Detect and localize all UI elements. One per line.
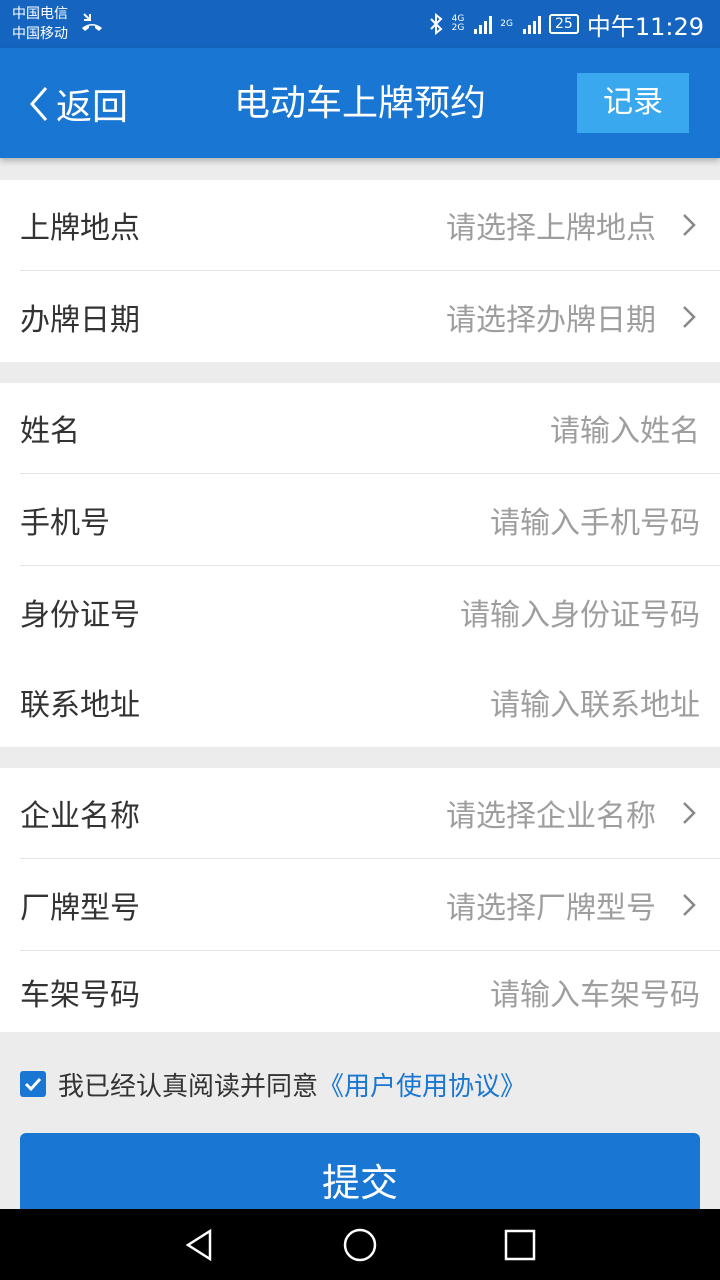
agreement-row: 我已经认真阅读并同意 《用户使用协议》 (20, 1066, 526, 1102)
user-agreement-link[interactable]: 《用户使用协议》 (318, 1066, 526, 1103)
address-input[interactable]: 请输入联系地址 (490, 680, 700, 724)
row-label: 车架号码 (20, 977, 140, 1013)
status-icons: 4G 2G 2G 25 中午11:29 (428, 10, 704, 41)
time: 中午11:29 (586, 12, 704, 41)
form-row-location[interactable]: 上牌地点 请选择上牌地点 (0, 180, 720, 270)
agreement-text: 我已经认真阅读并同意 (58, 1071, 319, 1102)
carrier-2: 中国移动 (12, 26, 68, 42)
signal-icon-2 (523, 14, 541, 34)
form-row-address[interactable]: 联系地址 请输入联系地址 (0, 657, 720, 747)
row-placeholder: 请选择企业名称 (446, 799, 656, 834)
location-date-group: 上牌地点 请选择上牌地点 办牌日期 请选择办牌日期 (0, 180, 720, 362)
right-chevron-icon (683, 305, 696, 328)
network-type-2: 2G (500, 18, 513, 29)
system-nav-bar (0, 1209, 720, 1280)
form-row-phone[interactable]: 手机号 请输入手机号码 (0, 474, 720, 565)
right-chevron-icon (683, 214, 696, 236)
phone-input[interactable]: 请输入手机号码 (490, 498, 700, 542)
form-row-company[interactable]: 企业名称 请选择企业名称 (0, 768, 720, 858)
row-label: 企业名称 (20, 799, 140, 834)
form-row-frame-number[interactable]: 车架号码 请输入车架号码 (0, 951, 720, 1032)
app-bar: 返回 电动车上牌预约 记录 (0, 48, 720, 158)
bluetooth-icon (429, 12, 443, 36)
row-label: 手机号 (20, 505, 110, 541)
row-placeholder: 请选择厂牌型号 (446, 890, 656, 926)
row-label: 办牌日期 (20, 302, 140, 338)
status-bar: 中国电信 中国移动 4G 2G 2G 25 中午11:29 (0, 0, 720, 48)
battery-icon: 25 (549, 14, 579, 34)
nav-back-icon[interactable] (180, 1225, 220, 1265)
nav-home-icon[interactable] (340, 1225, 380, 1265)
form-row-name[interactable]: 姓名 请输入姓名 (0, 383, 720, 473)
signal-icon (474, 14, 493, 34)
personal-info-group: 姓名 请输入姓名 手机号 请输入手机号码 身份证号 请输入身份证号码 联系地址 … (0, 383, 720, 747)
back-label: 返回 (56, 87, 129, 128)
right-chevron-icon (683, 802, 696, 824)
form-row-date[interactable]: 办牌日期 请选择办牌日期 (0, 271, 720, 362)
agreement-checkbox[interactable] (20, 1071, 46, 1097)
network-type: 4G 2G (451, 14, 465, 33)
row-label: 身份证号 (20, 597, 140, 633)
record-button[interactable]: 记录 (577, 73, 689, 133)
form-row-id-number[interactable]: 身份证号 请输入身份证号码 (0, 566, 720, 657)
back-chevron-icon (30, 87, 48, 121)
name-input[interactable]: 请输入姓名 (550, 406, 700, 450)
missed-call-icon (82, 13, 102, 31)
row-label: 厂牌型号 (20, 890, 140, 926)
checkmark-icon (24, 1077, 42, 1092)
back-button[interactable]: 返回 (26, 78, 128, 130)
row-placeholder: 请选择办牌日期 (446, 302, 656, 338)
carrier-info: 中国电信 中国移动 (12, 4, 68, 44)
form-row-brand-model[interactable]: 厂牌型号 请选择厂牌型号 (0, 859, 720, 950)
nav-recents-icon[interactable] (500, 1225, 540, 1265)
row-label: 上牌地点 (20, 211, 140, 246)
frame-number-input[interactable]: 请输入车架号码 (490, 970, 700, 1014)
carrier-1: 中国电信 (12, 6, 68, 22)
row-label: 姓名 (20, 414, 80, 449)
right-chevron-icon (683, 893, 696, 916)
vehicle-info-group: 企业名称 请选择企业名称 厂牌型号 请选择厂牌型号 车架号码 请输入车架号码 (0, 768, 720, 1032)
id-number-input[interactable]: 请输入身份证号码 (460, 590, 700, 634)
row-placeholder: 请选择上牌地点 (446, 211, 656, 246)
row-label: 联系地址 (20, 688, 140, 723)
